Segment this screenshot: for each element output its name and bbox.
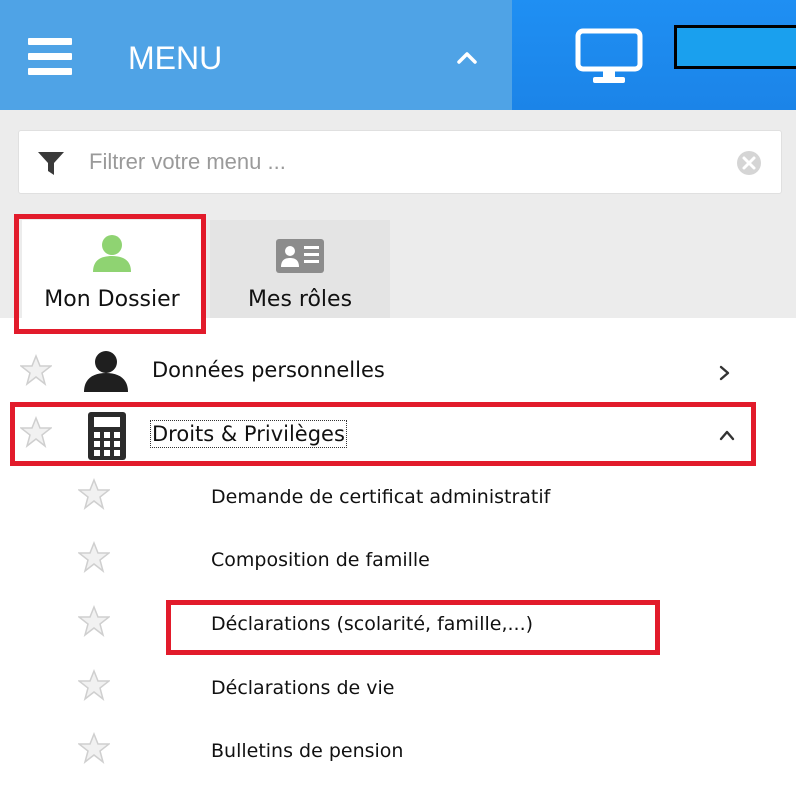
top-header: MENU [0, 0, 796, 110]
header-box[interactable] [674, 25, 796, 69]
menu-panel: Mon Dossier Mes rôles [0, 110, 796, 318]
submenu-item[interactable]: Demande de certificat administratif [0, 466, 796, 530]
filter-box [18, 130, 782, 194]
chevron-up-icon[interactable] [718, 426, 736, 444]
submenu-item-label: Déclarations de vie [211, 677, 395, 699]
tab-label: Mes rôles [247, 287, 353, 312]
clear-icon[interactable] [735, 149, 763, 177]
menu-item-label: Droits & Privilèges [150, 420, 347, 448]
star-icon[interactable] [78, 605, 110, 637]
person-silhouette-icon [84, 351, 128, 392]
calculator-icon [88, 412, 126, 460]
monitor-icon[interactable] [575, 28, 643, 86]
submenu-item[interactable]: Composition de famille [0, 529, 796, 593]
hamburger-icon[interactable] [28, 38, 72, 76]
filter-icon [38, 152, 64, 175]
submenu-item[interactable]: Bulletins de pension [0, 720, 796, 784]
menu-item-donnees-personnelles[interactable]: Données personnelles [0, 340, 796, 404]
tab-mes-roles[interactable]: Mes rôles [210, 220, 390, 318]
star-icon[interactable] [20, 416, 52, 448]
menu-item-label: Données personnelles [152, 358, 385, 382]
chevron-up-icon[interactable] [456, 50, 478, 64]
menu-item-droits-privileges[interactable]: Droits & Privilèges [0, 404, 796, 468]
chevron-right-icon[interactable] [716, 364, 734, 382]
filter-input[interactable] [89, 143, 709, 181]
tab-label: Mon Dossier [44, 287, 180, 312]
submenu-item-label: Déclarations (scolarité, famille,...) [211, 613, 534, 635]
tab-mon-dossier[interactable]: Mon Dossier [22, 220, 202, 318]
star-icon[interactable] [78, 669, 110, 701]
user-icon [93, 235, 131, 272]
menu-title: MENU [128, 40, 223, 76]
star-icon[interactable] [78, 541, 110, 573]
submenu-item[interactable]: Déclarations de vie [0, 657, 796, 721]
submenu-item-label: Bulletins de pension [211, 740, 404, 762]
submenu-item[interactable]: Déclarations (scolarité, famille,...) [0, 593, 796, 657]
star-icon[interactable] [78, 732, 110, 764]
star-icon[interactable] [78, 478, 110, 510]
star-icon[interactable] [20, 354, 52, 386]
id-card-icon [276, 239, 324, 273]
menu-bar: MENU [0, 0, 512, 110]
submenu-item-label: Demande de certificat administratif [211, 486, 551, 508]
submenu-item-label: Composition de famille [211, 549, 430, 571]
